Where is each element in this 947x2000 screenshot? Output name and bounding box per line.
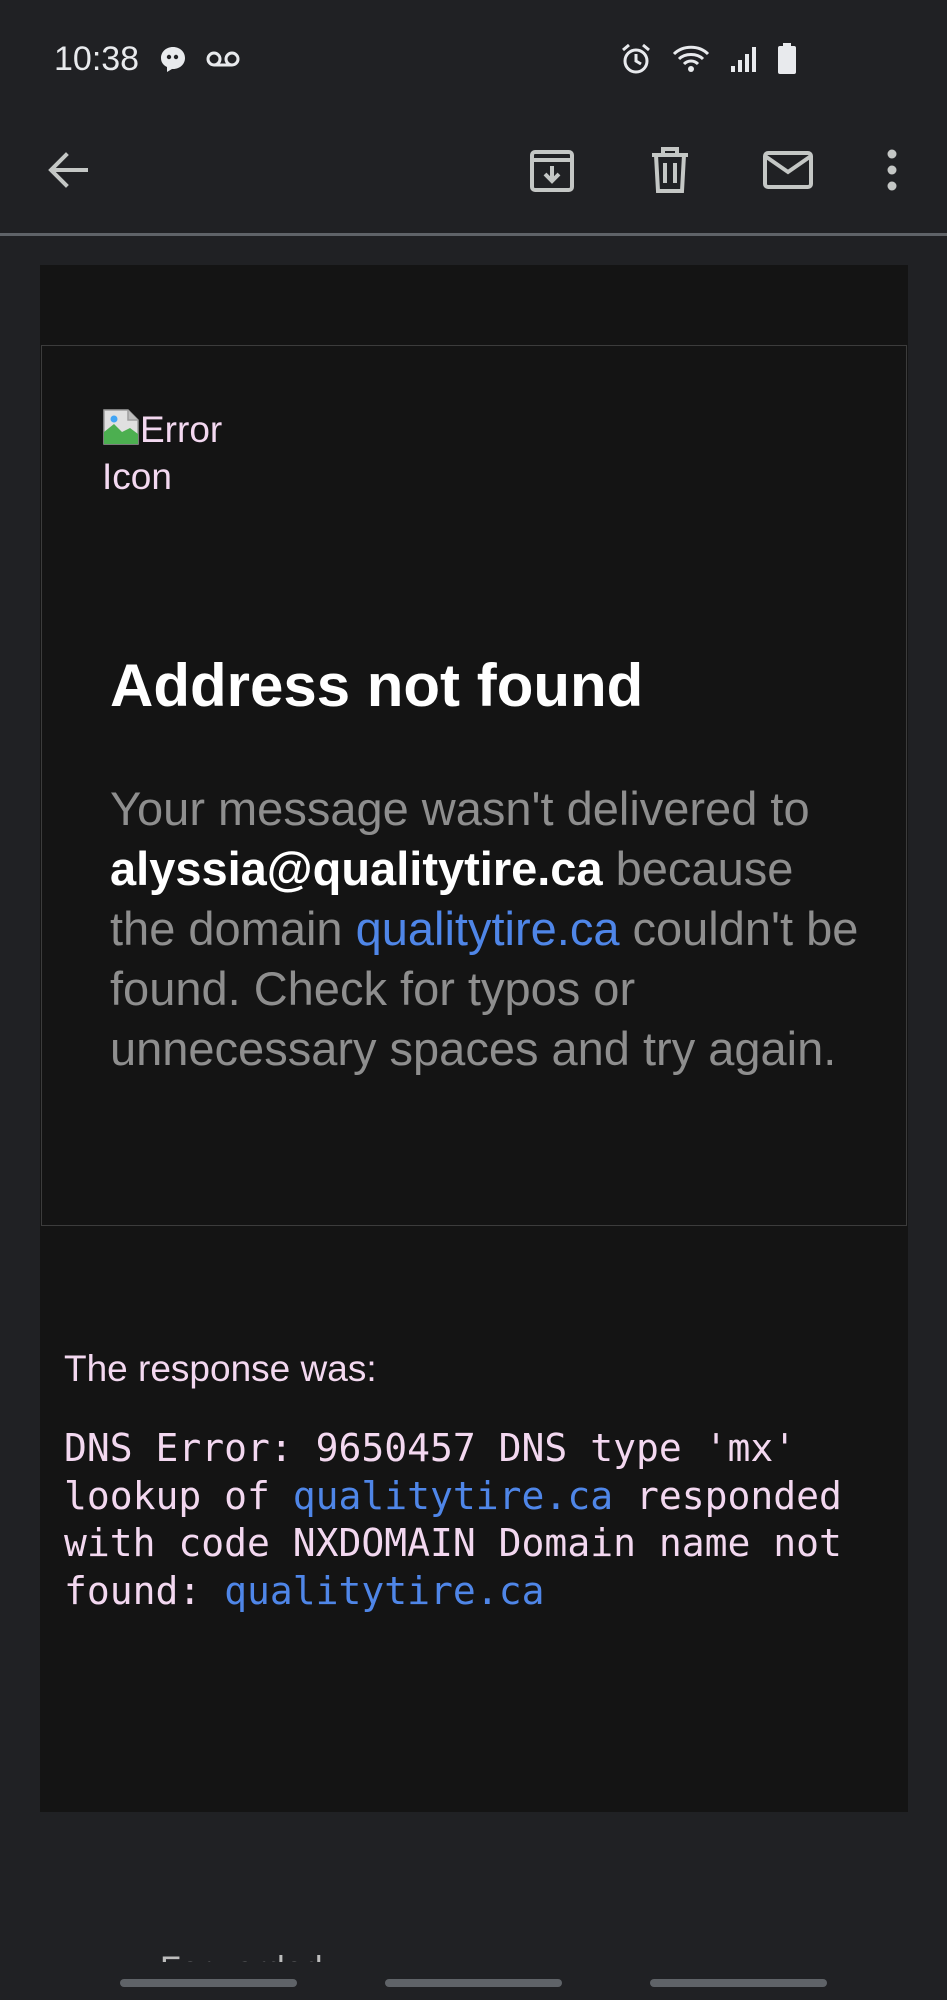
email-toolbar [0, 120, 947, 236]
error-message: Your message wasn't delivered to alyssia… [110, 779, 870, 1079]
domain-link[interactable]: qualitytire.ca [356, 902, 620, 955]
response-label: The response was: [64, 1348, 377, 1389]
delete-icon [648, 146, 692, 199]
response-domain-link[interactable]: qualitytire.ca [224, 1569, 544, 1613]
nav-home-handle[interactable] [385, 1979, 562, 1987]
status-bar: 10:38 [0, 0, 947, 120]
nav-back-handle[interactable] [650, 1979, 827, 1987]
alarm-icon [619, 42, 653, 76]
wifi-icon [671, 43, 711, 75]
error-card: Error Icon Address not found Your messag… [41, 345, 907, 1226]
more-vert-icon [886, 148, 898, 197]
error-title: Address not found [110, 652, 644, 719]
delete-button[interactable] [640, 142, 700, 202]
more-options-button[interactable] [862, 142, 922, 202]
system-nav-bar [0, 1960, 947, 2000]
chat-bubble-icon [158, 44, 188, 74]
broken-image-icon [102, 408, 140, 446]
message-text: Your message wasn't delivered to [110, 782, 810, 835]
mark-unread-button[interactable] [758, 142, 818, 202]
archive-button[interactable] [522, 142, 582, 202]
back-button[interactable] [40, 144, 96, 200]
error-image: Error Icon [102, 406, 242, 506]
mark-unread-icon [762, 150, 814, 195]
response-domain-link[interactable]: qualitytire.ca [293, 1474, 613, 1518]
voicemail-icon [206, 49, 240, 69]
nav-recents-handle[interactable] [120, 1979, 297, 1987]
signal-icon [729, 44, 759, 74]
archive-icon [528, 146, 576, 199]
recipient-address: alyssia@qualitytire.ca [110, 842, 603, 895]
back-arrow-icon [46, 148, 90, 197]
status-time: 10:38 [54, 40, 140, 78]
battery-icon [777, 43, 797, 75]
email-body: Error Icon Address not found Your messag… [40, 265, 908, 1812]
response-details: DNS Error: 9650457 DNS type 'mx' lookup … [64, 1425, 884, 1615]
